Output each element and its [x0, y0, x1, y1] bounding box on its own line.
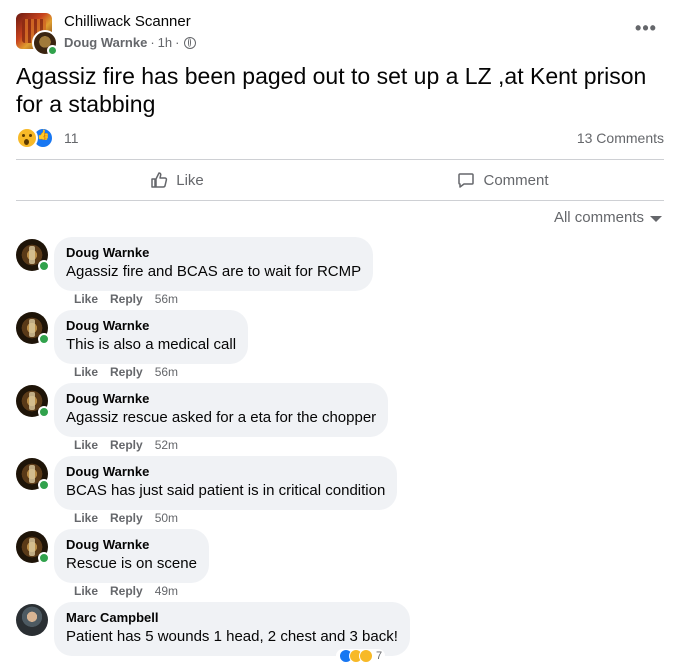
reactions-summary[interactable]: 11: [16, 127, 79, 149]
like-button-label: Like: [176, 171, 204, 189]
comment-bubble: Doug Warnke This is also a medical call: [54, 310, 249, 364]
avatar[interactable]: [16, 385, 50, 418]
comment-reply-link[interactable]: Reply: [110, 437, 143, 453]
online-status-dot: [38, 479, 50, 491]
comment-bubble: Doug Warnke BCAS has just said patient i…: [54, 456, 398, 510]
comment-like-link[interactable]: Like: [74, 510, 98, 526]
avatar[interactable]: [16, 239, 50, 272]
comment-author[interactable]: Doug Warnke: [66, 245, 361, 261]
divider: [16, 200, 664, 201]
comment-actions: Like Reply 52m: [74, 437, 178, 453]
comment-time[interactable]: 50m: [155, 510, 178, 526]
comment-button[interactable]: Comment: [383, 165, 623, 195]
comment-author[interactable]: Doug Warnke: [66, 464, 385, 480]
comment-button-label: Comment: [483, 171, 549, 189]
post-time[interactable]: 1h: [158, 35, 172, 50]
comment-reply-link[interactable]: Reply: [110, 364, 143, 380]
post-card: Chilliwack Scanner Doug Warnke · 1h · ••…: [0, 0, 680, 663]
avatar[interactable]: [16, 604, 48, 636]
comments-count[interactable]: 13 Comments: [577, 130, 664, 146]
post-author[interactable]: Doug Warnke: [64, 35, 147, 50]
comment-filter-dropdown[interactable]: All comments: [554, 209, 662, 226]
reaction-count: 11: [64, 130, 79, 146]
meta-separator: ·: [150, 35, 155, 50]
comment-reaction-count: 7: [376, 650, 383, 662]
comment-like-link[interactable]: Like: [74, 364, 98, 380]
comment-text: Rescue is on scene: [66, 555, 197, 572]
comment-icon: [457, 171, 475, 189]
comment-time[interactable]: 49m: [155, 583, 178, 599]
comment-actions: Like Reply 49m: [74, 583, 178, 599]
post-text: Agassiz fire has been paged out to set u…: [16, 63, 647, 117]
comment-like-link[interactable]: Like: [74, 437, 98, 453]
comment-bubble: Doug Warnke Agassiz rescue asked for a e…: [54, 383, 389, 437]
comment-bubble: Doug Warnke Rescue is on scene: [54, 529, 209, 583]
more-options-button[interactable]: •••: [630, 18, 662, 44]
comment-author[interactable]: Doug Warnke: [66, 391, 376, 407]
comment-time[interactable]: 56m: [155, 291, 178, 307]
comment-bubble: Marc Campbell Patient has 5 wounds 1 hea…: [54, 602, 410, 656]
comment-filter-label: All comments: [553, 209, 644, 226]
online-status-dot: [38, 333, 50, 345]
comment-author[interactable]: Doug Warnke: [66, 537, 197, 553]
thumb-up-icon: [150, 171, 168, 189]
comment-text: This is also a medical call: [66, 336, 237, 353]
comment-text: Agassiz rescue asked for a eta for the c…: [66, 409, 377, 426]
comment-text: Patient has 5 wounds 1 head, 2 chest and…: [66, 628, 398, 645]
comment-actions: Like Reply 56m: [74, 364, 178, 380]
comment-reactions[interactable]: 7: [336, 649, 386, 663]
avatar[interactable]: [16, 458, 50, 491]
comment-like-link[interactable]: Like: [74, 583, 98, 599]
online-status-dot: [47, 45, 58, 56]
post-meta: Doug Warnke · 1h ·: [64, 35, 197, 50]
comment-reply-link[interactable]: Reply: [110, 583, 143, 599]
online-status-dot: [38, 406, 50, 418]
comment-reply-link[interactable]: Reply: [110, 291, 143, 307]
avatar[interactable]: [16, 312, 50, 345]
comment-actions: Like Reply 56m: [74, 291, 178, 307]
sad-reaction-icon: [359, 649, 373, 663]
caret-down-icon: [650, 216, 662, 222]
online-status-dot: [38, 552, 50, 564]
wow-reaction-icon: [16, 127, 38, 149]
comment-like-link[interactable]: Like: [74, 291, 98, 307]
avatar[interactable]: [16, 531, 50, 564]
like-button[interactable]: Like: [57, 165, 297, 195]
globe-icon: [184, 36, 197, 49]
comment-author[interactable]: Doug Warnke: [66, 318, 236, 334]
online-status-dot: [38, 260, 50, 272]
comment-text: BCAS has just said patient is in critica…: [66, 482, 386, 499]
comment-time[interactable]: 56m: [155, 364, 178, 380]
meta-separator: ·: [175, 35, 180, 50]
divider: [16, 159, 664, 160]
comment-reply-link[interactable]: Reply: [110, 510, 143, 526]
comment-author[interactable]: Marc Campbell: [66, 610, 398, 626]
comment-bubble: Doug Warnke Agassiz fire and BCAS are to…: [54, 237, 374, 291]
author-avatar[interactable]: [32, 30, 58, 56]
comment-actions: Like Reply 50m: [74, 510, 178, 526]
comment-text: Agassiz fire and BCAS are to wait for RC…: [66, 263, 362, 280]
comment-time[interactable]: 52m: [155, 437, 178, 453]
group-name[interactable]: Chilliwack Scanner: [64, 13, 191, 30]
